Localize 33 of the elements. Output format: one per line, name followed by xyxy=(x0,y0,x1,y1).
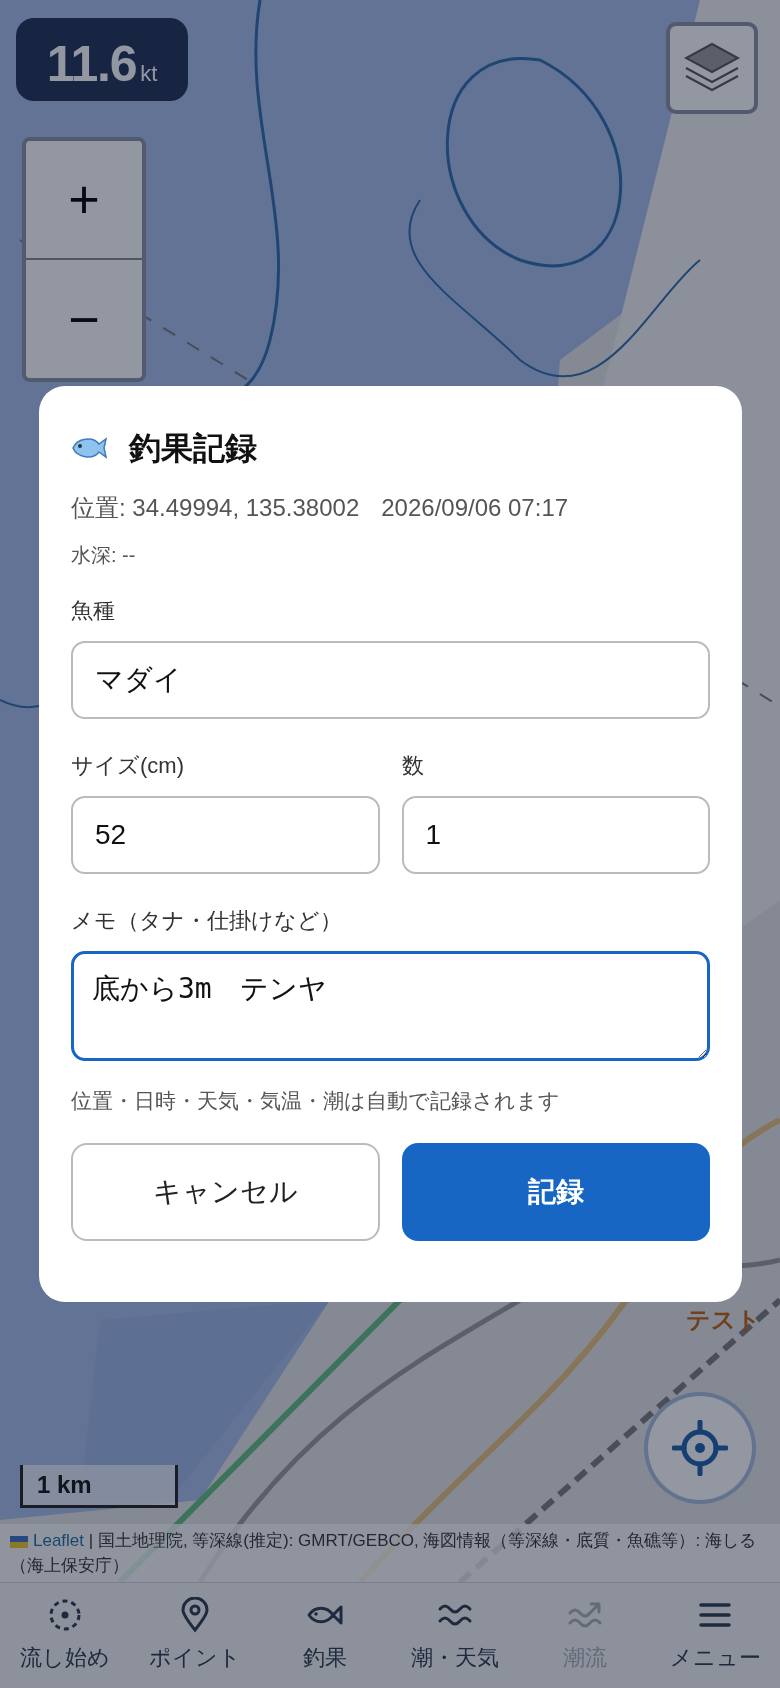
dialog-title: 釣果記録 xyxy=(129,429,257,468)
cancel-button[interactable]: キャンセル xyxy=(71,1142,380,1241)
size-input[interactable]: 52 xyxy=(71,796,380,874)
depth-text: 水深: -- xyxy=(71,543,136,568)
flag-icon xyxy=(10,1535,28,1548)
field-label: メモ（タナ・仕掛けなど） xyxy=(71,907,342,935)
scale-bar: 1 km xyxy=(20,1465,178,1508)
field-label: サイズ(cm) xyxy=(71,752,184,780)
nav-tab[interactable]: 潮・天気 xyxy=(390,1583,520,1688)
field-label: 数 xyxy=(401,752,424,780)
nav-tab[interactable]: 釣果 xyxy=(260,1583,390,1688)
zoom-out-button[interactable]: − xyxy=(26,259,142,378)
leaflet-link[interactable]: Leaflet xyxy=(33,1531,85,1550)
attribution-text: Leaflet | 国土地理院, 等深線(推定): GMRT/GEBCO, 海図情報（等深線・底質・魚礁等）: 海しる（海上保安庁） xyxy=(10,1530,757,1577)
zoom-in-button[interactable]: + xyxy=(26,141,142,260)
nav-tab[interactable]: 流し始め xyxy=(0,1583,130,1688)
nav-tab[interactable]: メニュー xyxy=(650,1583,780,1688)
position-text: 位置: 34.49994, 135.38002 xyxy=(71,493,360,523)
field-label: 魚種 xyxy=(71,597,115,625)
crosshair-icon xyxy=(672,1420,728,1476)
species-input[interactable]: マダイ xyxy=(71,641,710,719)
nav-tab[interactable]: ポイント xyxy=(130,1583,260,1688)
layers-icon xyxy=(684,42,740,94)
dashed-circle-icon xyxy=(47,1597,83,1633)
memo-input[interactable]: 底から3m テンヤ xyxy=(71,951,710,1061)
speed-value: 11.6 xyxy=(46,39,137,89)
datetime-text: 2026/09/06 07:17 xyxy=(381,493,569,523)
fish-icon xyxy=(71,435,107,461)
speed-unit: kt xyxy=(140,63,158,88)
layers-button[interactable] xyxy=(666,22,758,114)
save-button[interactable]: 記録 xyxy=(401,1142,710,1241)
count-input[interactable]: 1 xyxy=(401,796,710,874)
hint-text: 位置・日時・天気・気温・潮は自動で記録されます xyxy=(71,1088,560,1114)
